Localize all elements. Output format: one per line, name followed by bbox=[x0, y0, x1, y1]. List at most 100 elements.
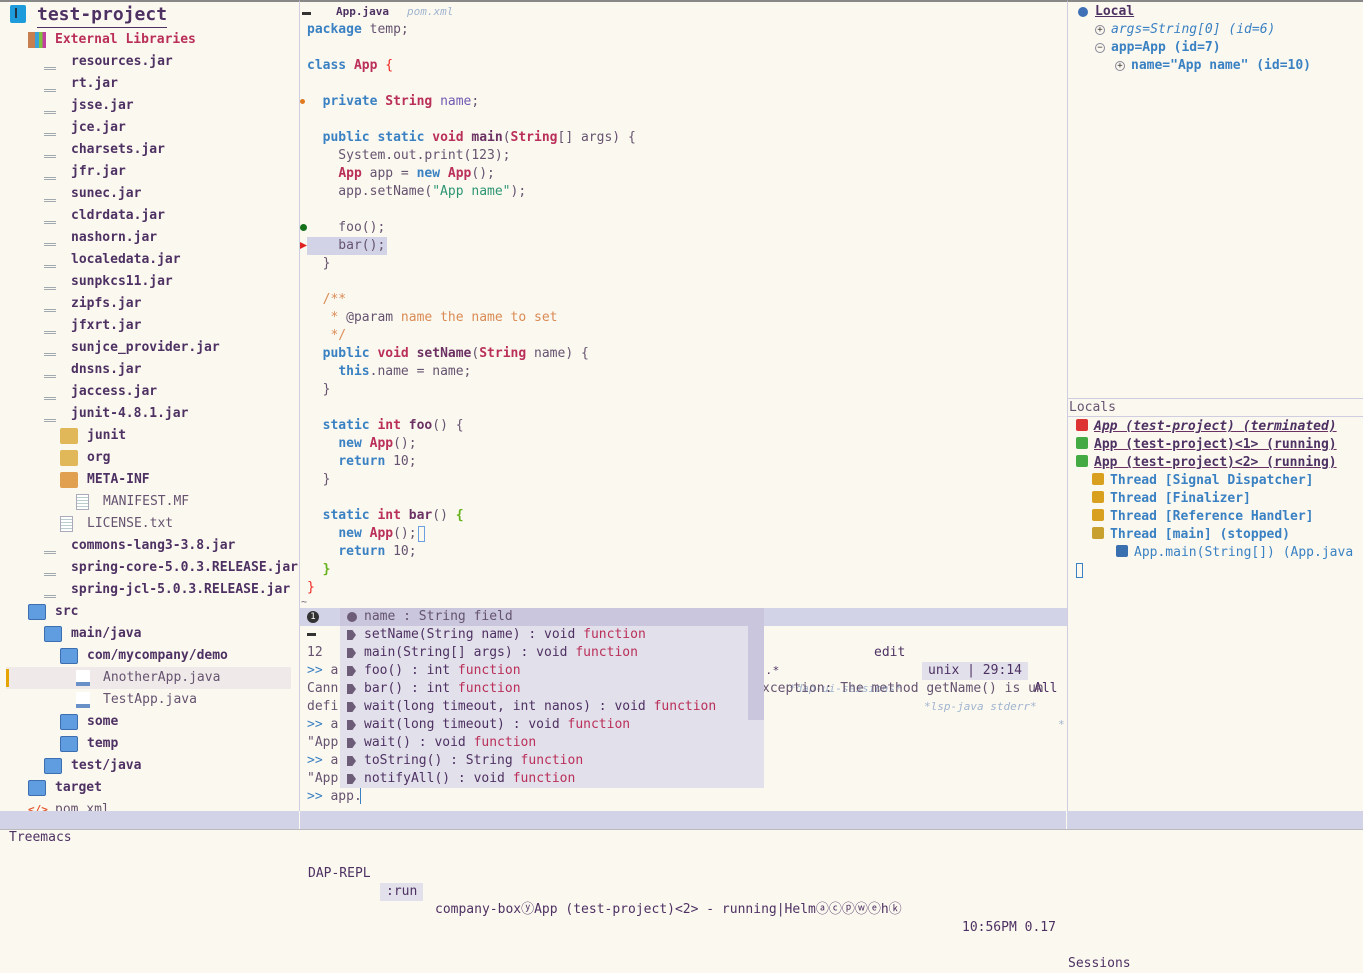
tree-item[interactable]: some bbox=[0, 711, 299, 733]
tree-root[interactable]: test-project bbox=[0, 3, 299, 28]
code-line[interactable]: new App(); bbox=[307, 525, 416, 543]
session-tree-item[interactable]: App.main(String[]) (App.java bbox=[1116, 544, 1353, 562]
completion-item[interactable]: main(String[] args) : void function bbox=[340, 644, 764, 662]
code-line[interactable]: } bbox=[307, 579, 315, 597]
session-tree-item[interactable]: Thread [Signal Dispatcher] bbox=[1092, 472, 1314, 490]
session-tree-item[interactable]: Thread [Finalizer] bbox=[1092, 490, 1251, 508]
tree-item-label: commons-lang3-3.8.jar bbox=[71, 538, 236, 553]
code-line[interactable]: this.name = name; bbox=[307, 363, 471, 381]
code-line[interactable]: return 10; bbox=[307, 453, 416, 471]
code-editor[interactable]: App.java pom.xml package temp; class App … bbox=[300, 0, 1067, 608]
tree-item[interactable]: jaccess.jar bbox=[0, 381, 299, 403]
tree-item[interactable]: com/mycompany/demo bbox=[0, 645, 299, 667]
tree-item[interactable]: jfxrt.jar bbox=[0, 315, 299, 337]
code-line[interactable]: App app = new App(); bbox=[307, 165, 495, 183]
tree-item[interactable]: junit-4.8.1.jar bbox=[0, 403, 299, 425]
completion-item[interactable]: bar() : int function bbox=[340, 680, 764, 698]
tab-pom-xml[interactable]: pom.xml bbox=[407, 5, 453, 18]
tree-item[interactable]: target bbox=[0, 777, 299, 799]
completion-item[interactable]: foo() : int function bbox=[340, 662, 764, 680]
code-line[interactable]: } bbox=[307, 561, 331, 579]
tree-item[interactable]: zipfs.jar bbox=[0, 293, 299, 315]
code-line[interactable]: /** bbox=[307, 291, 347, 309]
code-line[interactable]: foo(); bbox=[307, 219, 385, 237]
variable-row[interactable]: + args=String[0] (id=6) bbox=[1095, 21, 1275, 39]
tree-item[interactable]: spring-core-5.0.3.RELEASE.jar bbox=[0, 557, 299, 579]
session-tree-item[interactable]: Thread [main] (stopped) bbox=[1092, 526, 1290, 544]
code-line[interactable]: } bbox=[307, 471, 331, 489]
expand-icon[interactable]: + bbox=[1115, 61, 1125, 71]
tree-item[interactable]: jce.jar bbox=[0, 117, 299, 139]
completion-item[interactable]: wait(long timeout) : void function bbox=[340, 716, 764, 734]
tree-item[interactable]: spring-jcl-5.0.3.RELEASE.jar bbox=[0, 579, 299, 601]
tree-item[interactable]: MANIFEST.MF bbox=[0, 491, 299, 513]
tree-item[interactable]: META-INF bbox=[0, 469, 299, 491]
code-line[interactable]: package temp; bbox=[307, 21, 409, 39]
code-line[interactable]: } bbox=[307, 381, 331, 399]
echo-area[interactable] bbox=[0, 829, 1363, 849]
tree-item[interactable]: commons-lang3-3.8.jar bbox=[0, 535, 299, 557]
tree-item[interactable]: localedata.jar bbox=[0, 249, 299, 271]
completion-item[interactable]: wait() : void function bbox=[340, 734, 764, 752]
tree-item[interactable]: dnsns.jar bbox=[0, 359, 299, 381]
code-line[interactable]: class App { bbox=[307, 57, 393, 75]
cursor bbox=[418, 526, 425, 542]
completion-item[interactable]: wait(long timeout, int nanos) : void fun… bbox=[340, 698, 764, 716]
completion-item[interactable]: setName(String name) : void function bbox=[340, 626, 764, 644]
code-line[interactable]: app.setName("App name"); bbox=[307, 183, 526, 201]
variable-row[interactable]: − app=App (id=7) bbox=[1095, 39, 1221, 57]
completion-item[interactable]: name : String field bbox=[340, 608, 764, 626]
tree-item[interactable]: jfr.jar bbox=[0, 161, 299, 183]
tree-item[interactable]: sunec.jar bbox=[0, 183, 299, 205]
code-line[interactable]: static int foo() { bbox=[307, 417, 464, 435]
tree-item[interactable]: temp bbox=[0, 733, 299, 755]
code-token: new bbox=[416, 166, 441, 181]
tree-item[interactable]: sunjce_provider.jar bbox=[0, 337, 299, 359]
tree-item-label: jaccess.jar bbox=[71, 384, 158, 399]
tree-item[interactable]: jsse.jar bbox=[0, 95, 299, 117]
tree-item[interactable]: src bbox=[0, 601, 299, 623]
code-line[interactable]: bar(); bbox=[307, 237, 387, 255]
completion-popup[interactable]: name : String field setName(String name) … bbox=[340, 608, 764, 788]
tree-item[interactable]: charsets.jar bbox=[0, 139, 299, 161]
completion-item[interactable]: toString() : String function bbox=[340, 752, 764, 770]
session-tree-item[interactable]: App (test-project)<2> (running) bbox=[1076, 454, 1337, 472]
tree-item[interactable]: cldrdata.jar bbox=[0, 205, 299, 227]
variable-row[interactable]: + name="App name" (id=10) bbox=[1115, 57, 1311, 75]
tree-item[interactable]: TestApp.java bbox=[0, 689, 299, 711]
tree-item[interactable]: LICENSE.txt bbox=[0, 513, 299, 535]
breakpoint-icon[interactable] bbox=[300, 224, 307, 231]
tree-item[interactable]: test/java bbox=[0, 755, 299, 777]
tree-item[interactable]: org bbox=[0, 447, 299, 469]
expand-icon[interactable]: + bbox=[1095, 25, 1105, 35]
tree-item[interactable]: External Libraries bbox=[0, 29, 299, 51]
tree-item[interactable]: main/java bbox=[0, 623, 299, 645]
code-line[interactable]: static int bar() { bbox=[307, 507, 464, 525]
tag-icon bbox=[347, 666, 356, 676]
session-tree-item[interactable]: App (test-project)<1> (running) bbox=[1076, 436, 1337, 454]
completion-item[interactable]: notifyAll() : void function bbox=[340, 770, 764, 788]
code-line[interactable]: new App(); bbox=[307, 435, 416, 453]
locals-scope-header[interactable]: Local bbox=[1095, 3, 1134, 21]
tree-item[interactable]: AnotherApp.java bbox=[6, 667, 291, 689]
code-line[interactable]: private String name; bbox=[307, 93, 480, 111]
code-line[interactable]: public static void main(String[] args) { bbox=[307, 129, 636, 147]
tree-item[interactable]: </> pom.xml bbox=[0, 799, 299, 811]
tab-app-java[interactable]: App.java bbox=[336, 5, 389, 18]
code-line[interactable]: System.out.print(123); bbox=[307, 147, 510, 165]
collapse-icon[interactable]: − bbox=[1095, 43, 1105, 53]
session-tree-item[interactable]: App (test-project) (terminated) bbox=[1076, 418, 1337, 436]
tree-item[interactable]: nashorn.jar bbox=[0, 227, 299, 249]
session-tree-item[interactable]: Thread [Reference Handler] bbox=[1092, 508, 1314, 526]
code-line[interactable]: */ bbox=[307, 327, 346, 345]
code-line[interactable]: } bbox=[307, 255, 331, 273]
tree-item[interactable]: sunpkcs11.jar bbox=[0, 271, 299, 293]
tree-item[interactable]: junit bbox=[0, 425, 299, 447]
popup-scrollbar[interactable] bbox=[748, 608, 764, 720]
tree-item[interactable]: resources.jar bbox=[0, 51, 299, 73]
code-line[interactable]: return 10; bbox=[307, 543, 416, 561]
code-line[interactable]: * @param name the name to set bbox=[307, 309, 557, 327]
code-line[interactable]: public void setName(String name) { bbox=[307, 345, 589, 363]
tree-item[interactable]: rt.jar bbox=[0, 73, 299, 95]
